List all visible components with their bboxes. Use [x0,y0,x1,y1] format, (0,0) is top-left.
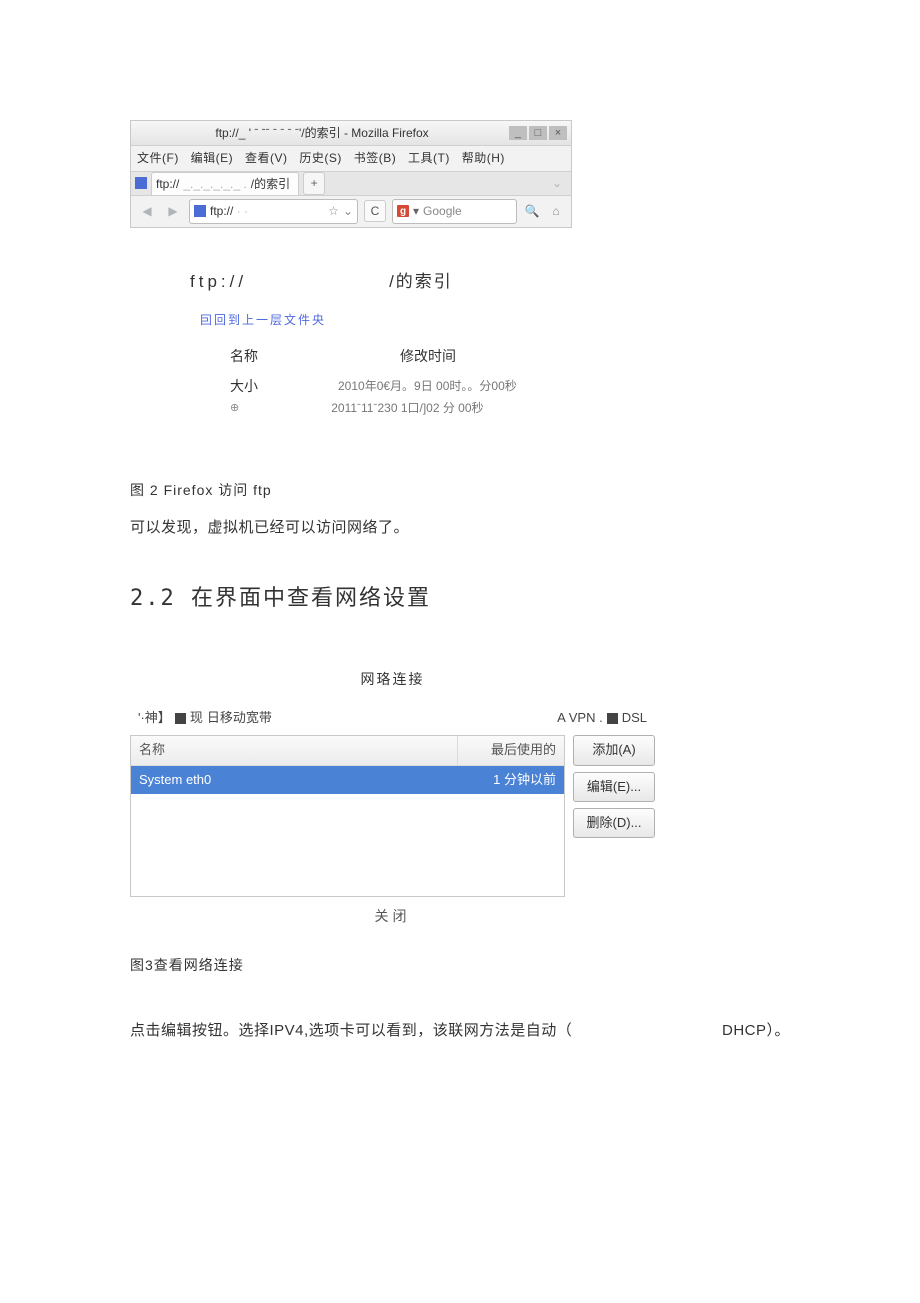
dialog-buttons: 添加(A) 编辑(E)... 删除(D)... [573,735,655,837]
conn-name: System eth0 [131,766,458,794]
window-title: ftp://_ ' ˉ ˉˉ ˉ ˉ ˉ ˉ'/的索引 - Mozilla Fi… [135,123,509,143]
reload-button[interactable]: C [364,200,386,222]
close-button[interactable]: 关闭 [375,905,411,929]
edit-button[interactable]: 编辑(E)... [573,772,655,802]
body-text-2: 点击编辑按钮。选择IPV4,选项卡可以看到，该联网方法是自动（ DHCP）。 [130,1018,790,1044]
listing-path: ftp:// /的索引 [190,268,610,297]
add-button[interactable]: 添加(A) [573,735,655,765]
tab-dropdown-icon[interactable]: ⌄ [547,173,567,193]
dialog-tabs: '·神】 现 日移动宽带 A VPN . DSL [130,707,655,735]
col-time: 修改时间 [400,345,456,369]
menu-file[interactable]: 文件(F) [137,151,179,165]
url-favicon [194,205,206,217]
menu-tools[interactable]: 工具(T) [408,151,450,165]
tab-wireless[interactable]: 现 [175,707,203,729]
figure-2-caption: 图 2 Firefox 访问 ftp [130,479,790,503]
search-bar[interactable]: g ▾ Google [392,199,517,223]
minimize-button[interactable]: _ [509,126,527,140]
network-connections-dialog: 网珞连接 '·神】 现 日移动宽带 A VPN . DSL 名称 最后使用的 S… [130,668,655,930]
tab-dsl[interactable]: DSL [607,707,647,729]
titlebar: ftp://_ ' ˉ ˉˉ ˉ ˉ ˉ ˉ'/的索引 - Mozilla Fi… [131,121,571,146]
delete-button[interactable]: 删除(D)... [573,808,655,838]
listing-path-suffix: /的索引 [389,268,453,297]
maximize-button[interactable]: □ [529,126,547,140]
tab-title-suffix: /的索引 [251,174,290,194]
search-placeholder: Google [423,201,462,221]
tab-title-prefix: ftp:// [156,174,179,194]
conn-last-used: 1 分钟以前 [458,766,564,794]
search-icon[interactable]: 🔍 [523,201,541,221]
listing-header: 名称 修改时间 [230,345,550,369]
new-tab-button[interactable]: + [303,172,325,194]
menu-edit[interactable]: 编辑(E) [191,151,234,165]
connection-list[interactable]: 名称 最后使用的 System eth0 1 分钟以前 [130,735,565,897]
url-rest: · · [237,204,248,218]
tab-mobile[interactable]: 日移动宽带 [207,707,272,729]
col-name: 名称 [230,345,400,369]
body2-left: 点击编辑按钮。选择IPV4,选项卡可以看到，该联网方法是自动（ [130,1018,572,1044]
url-scheme: ftp:// [210,204,233,218]
tab-title-mid: _._._._._._ . [183,174,246,194]
listing-row-1: 2010年0€月。9日 00时。。分00秒 [338,376,517,396]
listing-symbol: ⊕ [230,399,239,418]
ftp-listing: ftp:// /的索引 囙回到上一层文件央 名称 修改时间 大小 2010年0€… [190,268,610,419]
menu-view[interactable]: 查看(V) [245,151,288,165]
size-label: 大小 [230,375,258,399]
browser-tab[interactable]: ftp:// _._._._._._ . /的索引 [151,172,299,195]
tab-vpn[interactable]: A VPN . [557,707,603,729]
col-conn-name: 名称 [131,736,458,764]
nav-toolbar: ◀ ▶ ftp:// · · ☆ ⌄ C g ▾ Google 🔍 ⌂ [131,196,571,226]
close-button[interactable]: × [549,126,567,140]
tab-bar: ftp:// _._._._._._ . /的索引 + ⌄ [131,171,571,196]
firefox-window: ftp://_ ' ˉ ˉˉ ˉ ˉ ˉ ˉ'/的索引 - Mozilla Fi… [130,120,572,228]
bookmark-star-icon[interactable]: ☆ [328,201,339,221]
url-dropdown-icon[interactable]: ⌄ [343,201,353,221]
section-heading: 2.2 在界面中查看网络设置 [130,580,790,617]
list-header: 名称 最后使用的 [131,736,564,765]
menu-history[interactable]: 历史(S) [299,151,342,165]
listing-sym-row: ⊕ 2011ˉ11ˉ230 1口/]02 分 00秒 [230,398,610,418]
body-text-1: 可以发现，虚拟机已经可以访问网络了。 [130,515,790,541]
listing-row-2: 2011ˉ11ˉ230 1口/]02 分 00秒 [331,398,483,418]
menubar: 文件(F) 编辑(E) 查看(V) 历史(S) 书签(B) 工具(T) 帮助(H… [131,146,571,170]
url-bar[interactable]: ftp:// · · ☆ ⌄ [189,199,358,223]
up-directory-link[interactable]: 囙回到上一层文件央 [200,310,610,330]
connection-row-selected[interactable]: System eth0 1 分钟以前 [131,766,564,794]
menu-bookmarks[interactable]: 书签(B) [354,151,397,165]
back-button[interactable]: ◀ [137,201,157,221]
dialog-title: 网珞连接 [130,668,655,692]
listing-path-prefix: ftp:// [190,268,247,297]
menu-help[interactable]: 帮助(H) [462,151,505,165]
body2-right: DHCP）。 [722,1018,790,1044]
home-icon[interactable]: ⌂ [547,201,565,221]
section-title: 在界面中查看网络设置 [191,586,431,611]
tab-wired[interactable]: '·神】 [138,707,171,729]
forward-button[interactable]: ▶ [163,201,183,221]
google-icon: g [397,205,409,217]
col-last-used: 最后使用的 [458,736,564,764]
section-number: 2.2 [130,586,176,611]
figure-3-caption: 图3查看网络连接 [130,954,790,978]
listing-size-row: 大小 2010年0€月。9日 00时。。分00秒 [230,375,610,399]
tab-favicon [135,177,147,189]
close-button-row: 关闭 [130,899,655,929]
